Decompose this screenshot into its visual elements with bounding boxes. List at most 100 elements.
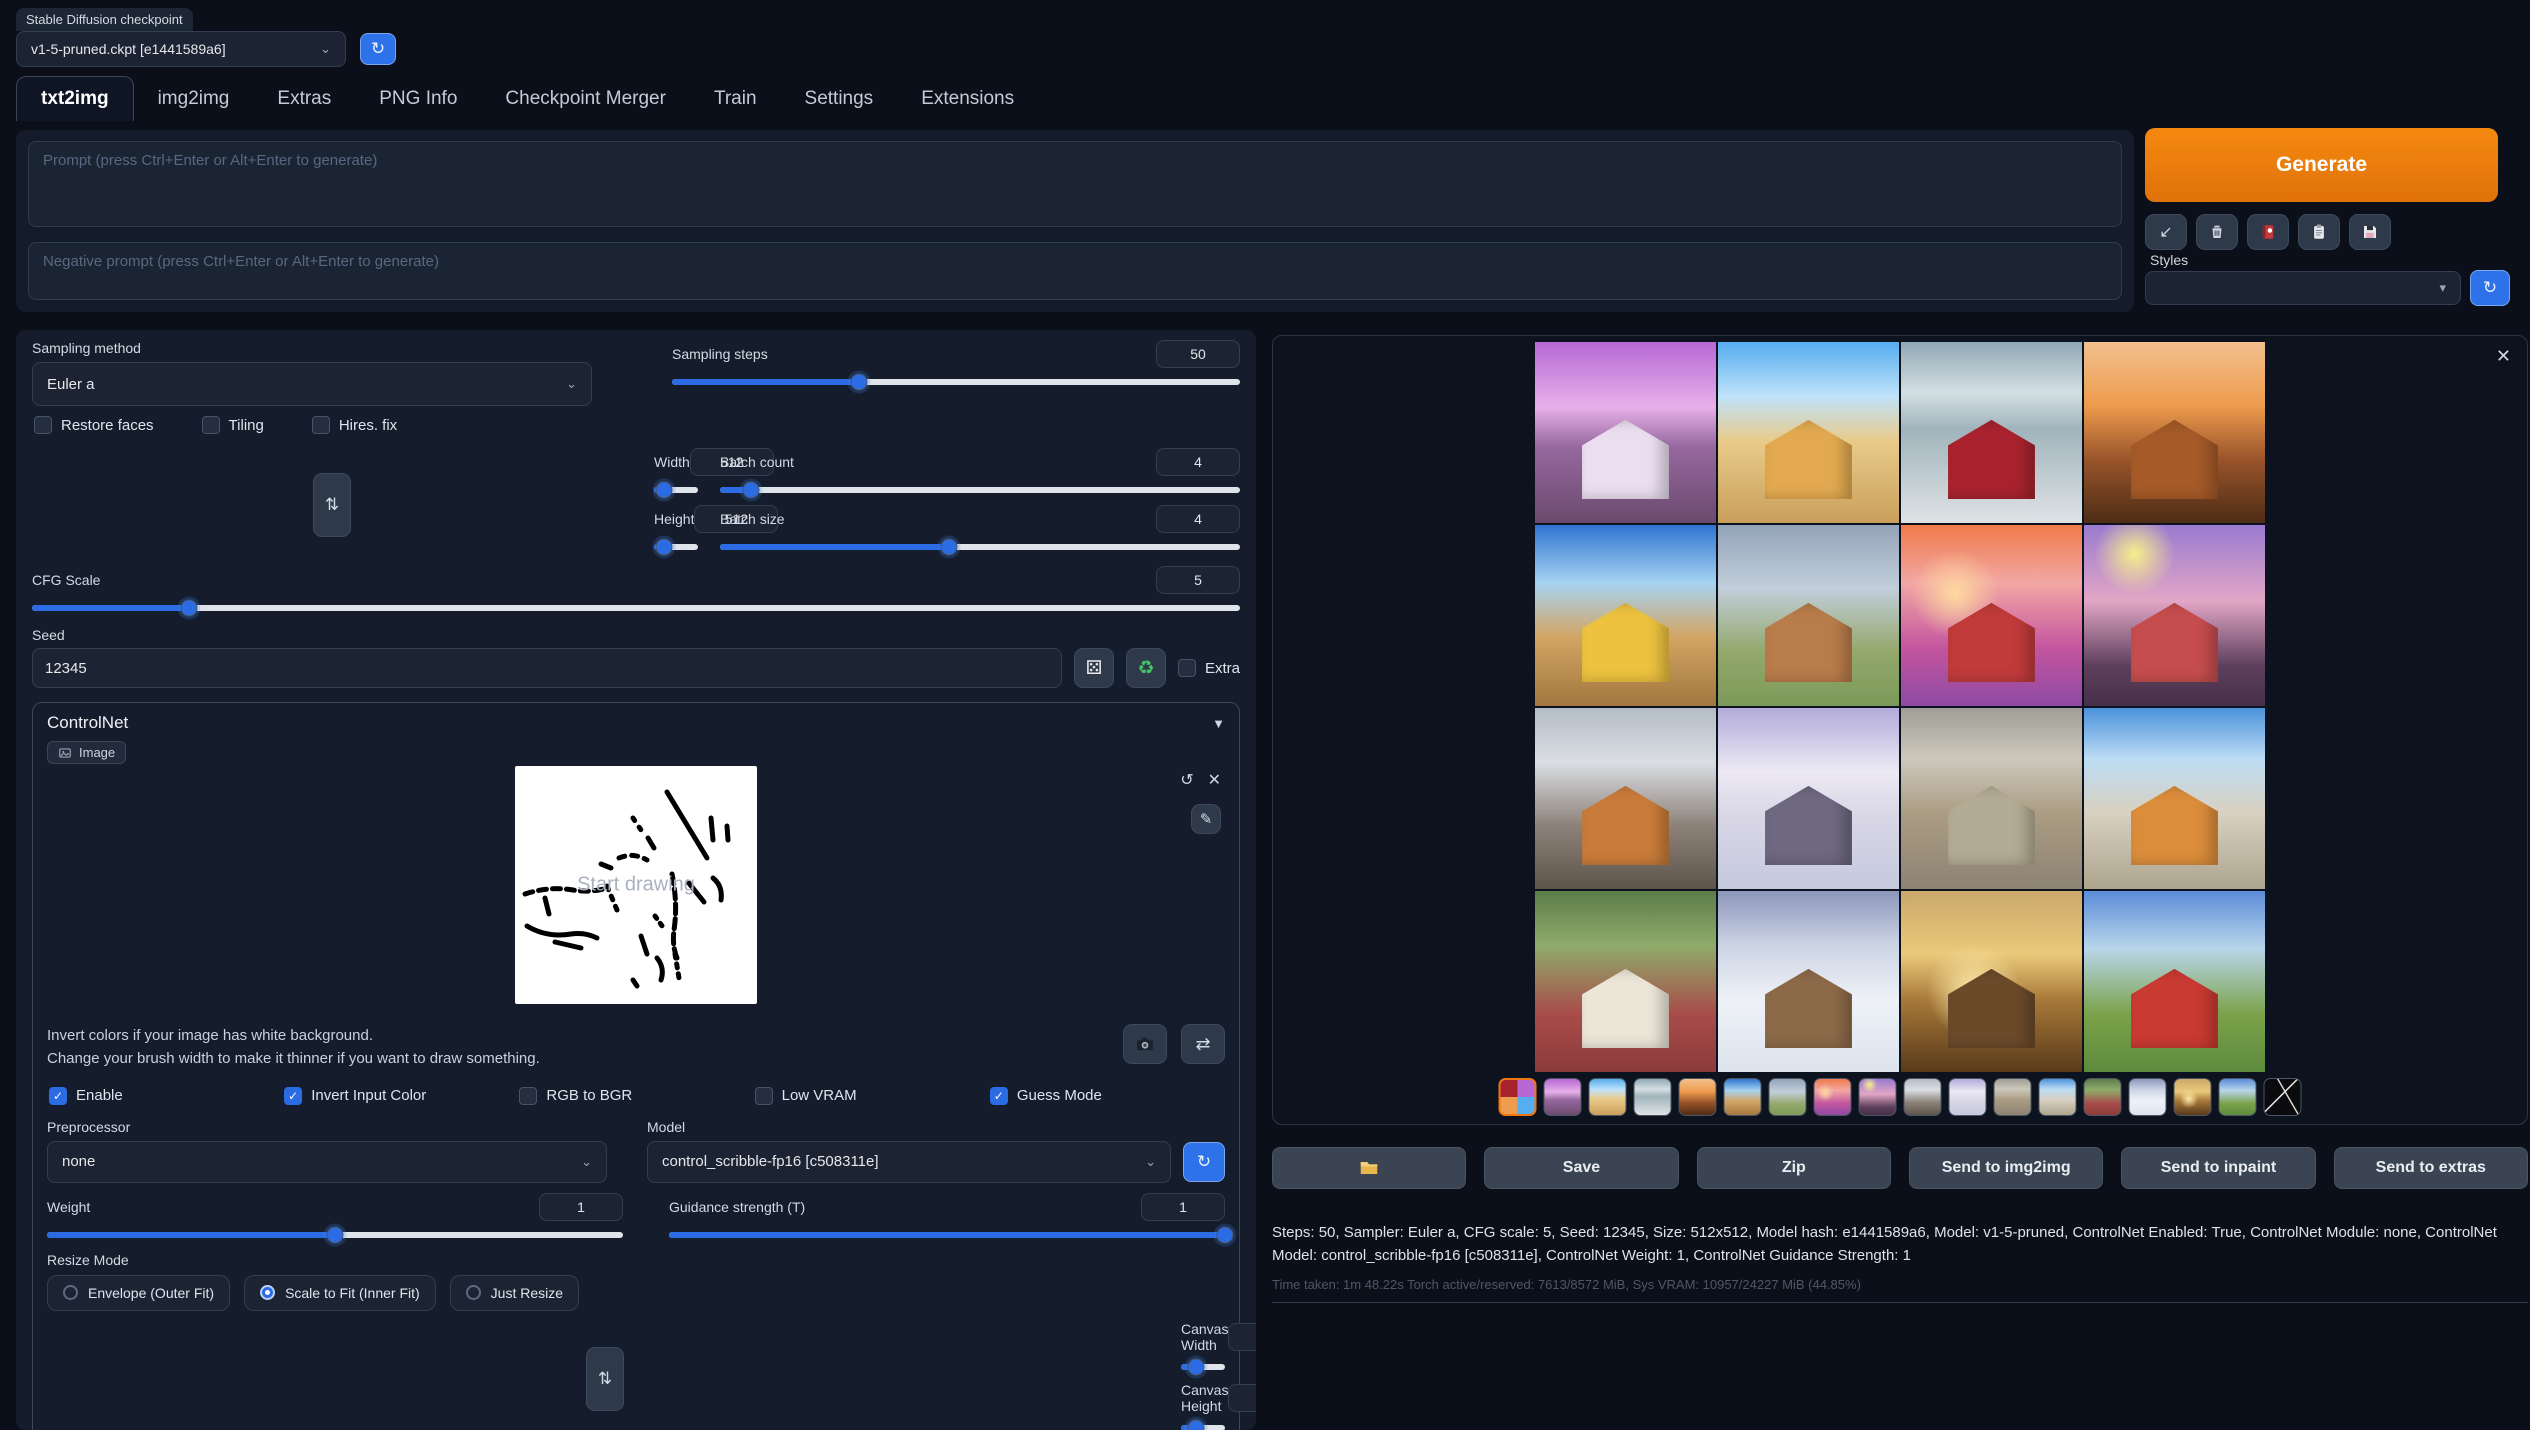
controlnet-image-tab[interactable]: Image — [47, 741, 126, 764]
clear-prompt-button[interactable] — [2196, 214, 2238, 250]
low-vram-checkbox[interactable]: Low VRAM — [755, 1087, 990, 1105]
thumbnail-16[interactable] — [2219, 1078, 2257, 1116]
random-seed-button[interactable]: ⚄ — [1074, 648, 1114, 688]
cfg-scale-value[interactable]: 5 — [1156, 566, 1240, 594]
cfg-scale-slider[interactable] — [32, 599, 1240, 617]
checkbox[interactable]: ✓ — [990, 1087, 1008, 1105]
slider-thumb[interactable] — [655, 539, 672, 556]
gallery-image-9[interactable] — [1535, 708, 1716, 889]
resize-mode-scale-to-fit-inner-fit[interactable]: Scale to Fit (Inner Fit) — [244, 1275, 436, 1311]
tab-txt2img[interactable]: txt2img — [16, 76, 134, 121]
swap-canvas-dimensions-button[interactable]: ⇅ — [586, 1347, 624, 1411]
slider-thumb[interactable] — [743, 482, 760, 499]
webcam-button[interactable] — [1123, 1024, 1167, 1064]
thumbnail-montage[interactable] — [1499, 1078, 1537, 1116]
thumbnail-13[interactable] — [2084, 1078, 2122, 1116]
radio-button[interactable] — [260, 1285, 275, 1300]
tab-img2img[interactable]: img2img — [134, 77, 254, 121]
preprocessor-dropdown[interactable]: none ⌄ — [47, 1141, 607, 1183]
radio-button[interactable] — [63, 1285, 78, 1300]
styles-refresh-button[interactable]: ↻ — [2470, 270, 2510, 306]
slider-thumb[interactable] — [327, 1226, 344, 1243]
save-style-button[interactable] — [2349, 214, 2391, 250]
guidance-strength-value[interactable]: 1 — [1141, 1193, 1225, 1221]
slider-thumb[interactable] — [1217, 1226, 1234, 1243]
guidance-strength-slider[interactable] — [669, 1226, 1225, 1244]
thumbnail-14[interactable] — [2129, 1078, 2167, 1116]
thumbnail-9[interactable] — [1904, 1078, 1942, 1116]
canvas-width-value[interactable]: 512 — [1228, 1323, 1256, 1351]
zip-button[interactable]: Zip — [1697, 1147, 1891, 1189]
gallery-image-7[interactable] — [1901, 525, 2082, 706]
gallery-image-8[interactable] — [2084, 525, 2265, 706]
gallery-image-13[interactable] — [1535, 891, 1716, 1072]
restore-faces-checkbox[interactable]: Restore faces — [34, 416, 154, 434]
seed-input[interactable] — [32, 648, 1062, 688]
height-slider[interactable] — [654, 538, 698, 556]
send-to-extras-button[interactable]: Send to extras — [2334, 1147, 2528, 1189]
rgb-to-bgr-checkbox[interactable]: RGB to BGR — [519, 1087, 754, 1105]
extra-seed-checkbox[interactable]: Extra — [1178, 659, 1240, 677]
canvas-height-slider[interactable] — [1181, 1419, 1225, 1430]
thumbnail-scribble[interactable] — [2264, 1078, 2302, 1116]
send-to-inpaint-button[interactable]: Send to inpaint — [2121, 1147, 2315, 1189]
slider-thumb[interactable] — [940, 539, 957, 556]
sampling-steps-value[interactable]: 50 — [1156, 340, 1240, 368]
tab-png-info[interactable]: PNG Info — [355, 77, 481, 121]
slider-thumb[interactable] — [655, 482, 672, 499]
gallery-image-2[interactable] — [1718, 342, 1899, 523]
weight-value[interactable]: 1 — [539, 1193, 623, 1221]
resize-mode-just-resize[interactable]: Just Resize — [450, 1275, 579, 1311]
batch-count-value[interactable]: 4 — [1156, 448, 1240, 476]
checkpoint-dropdown[interactable]: v1-5-pruned.ckpt [e1441589a6] ⌄ — [16, 31, 346, 67]
paste-generation-params-button[interactable]: ↙ — [2145, 214, 2187, 250]
gallery-image-12[interactable] — [2084, 708, 2265, 889]
tiling-checkbox[interactable]: Tiling — [202, 416, 264, 434]
thumbnail-12[interactable] — [2039, 1078, 2077, 1116]
checkpoint-refresh-button[interactable]: ↻ — [360, 33, 396, 65]
close-icon[interactable]: ✕ — [1208, 770, 1221, 790]
thumbnail-7[interactable] — [1814, 1078, 1852, 1116]
gallery-image-14[interactable] — [1718, 891, 1899, 1072]
negative-prompt-input[interactable] — [28, 242, 2122, 300]
gallery-image-4[interactable] — [2084, 342, 2265, 523]
sampling-steps-slider[interactable] — [672, 373, 1240, 391]
swap-dimensions-button[interactable]: ⇅ — [313, 473, 351, 537]
checkbox[interactable] — [34, 416, 52, 434]
style-book-button[interactable] — [2247, 214, 2289, 250]
thumbnail-10[interactable] — [1949, 1078, 1987, 1116]
checkbox[interactable] — [1178, 659, 1196, 677]
invert-input-color-checkbox[interactable]: ✓Invert Input Color — [284, 1087, 519, 1105]
checkbox[interactable] — [519, 1087, 537, 1105]
enable-checkbox[interactable]: ✓Enable — [49, 1087, 284, 1105]
checkbox[interactable]: ✓ — [49, 1087, 67, 1105]
gallery-image-10[interactable] — [1718, 708, 1899, 889]
gallery-image-6[interactable] — [1718, 525, 1899, 706]
checkbox[interactable] — [312, 416, 330, 434]
batch-size-value[interactable]: 4 — [1156, 505, 1240, 533]
slider-thumb[interactable] — [851, 374, 868, 391]
styles-dropdown[interactable]: ▾ — [2145, 271, 2461, 305]
slider-thumb[interactable] — [1187, 1358, 1204, 1375]
controlnet-accordion-header[interactable]: ControlNet ▼ — [47, 713, 1225, 733]
width-slider[interactable] — [654, 481, 698, 499]
guess-mode-checkbox[interactable]: ✓Guess Mode — [990, 1087, 1225, 1105]
generate-button[interactable]: Generate — [2145, 128, 2498, 202]
thumbnail-5[interactable] — [1724, 1078, 1762, 1116]
slider-thumb[interactable] — [1187, 1419, 1204, 1430]
tab-checkpoint-merger[interactable]: Checkpoint Merger — [481, 77, 690, 121]
batch-size-slider[interactable] — [720, 538, 1240, 556]
tab-settings[interactable]: Settings — [781, 77, 898, 121]
gallery-image-1[interactable] — [1535, 342, 1716, 523]
checkbox[interactable] — [755, 1087, 773, 1105]
open-folder-button[interactable] — [1272, 1147, 1466, 1189]
brush-tool-button[interactable]: ✎ — [1191, 804, 1221, 834]
save-button[interactable]: Save — [1484, 1147, 1678, 1189]
model-refresh-button[interactable]: ↻ — [1183, 1142, 1225, 1182]
batch-count-slider[interactable] — [720, 481, 1240, 499]
thumbnail-3[interactable] — [1634, 1078, 1672, 1116]
radio-button[interactable] — [466, 1285, 481, 1300]
mirror-swap-button[interactable]: ⇄ — [1181, 1024, 1225, 1064]
thumbnail-6[interactable] — [1769, 1078, 1807, 1116]
checkbox[interactable]: ✓ — [284, 1087, 302, 1105]
